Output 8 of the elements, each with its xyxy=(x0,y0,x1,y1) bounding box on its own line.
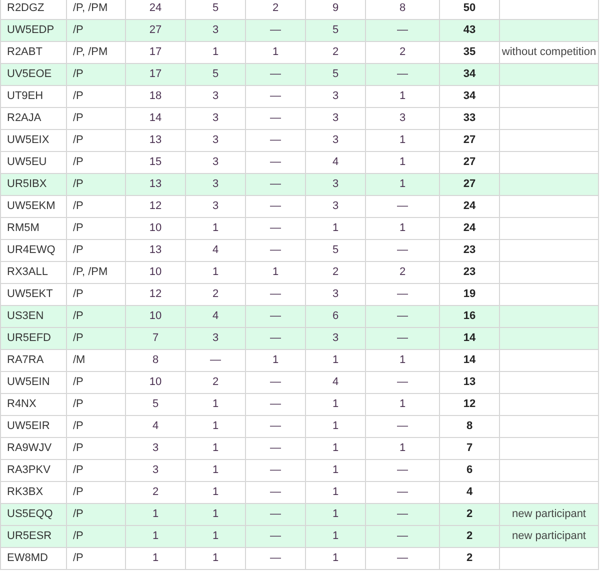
table-cell: — xyxy=(366,548,440,570)
table-cell: /P xyxy=(66,548,126,570)
table-cell: 1 xyxy=(306,548,366,570)
callsign-cell: EW8MD xyxy=(0,548,66,570)
table-cell: 1 xyxy=(126,548,186,570)
table-cell: — xyxy=(246,548,306,570)
total-cell: 2 xyxy=(440,548,500,570)
table-cell: 1 xyxy=(186,548,246,570)
